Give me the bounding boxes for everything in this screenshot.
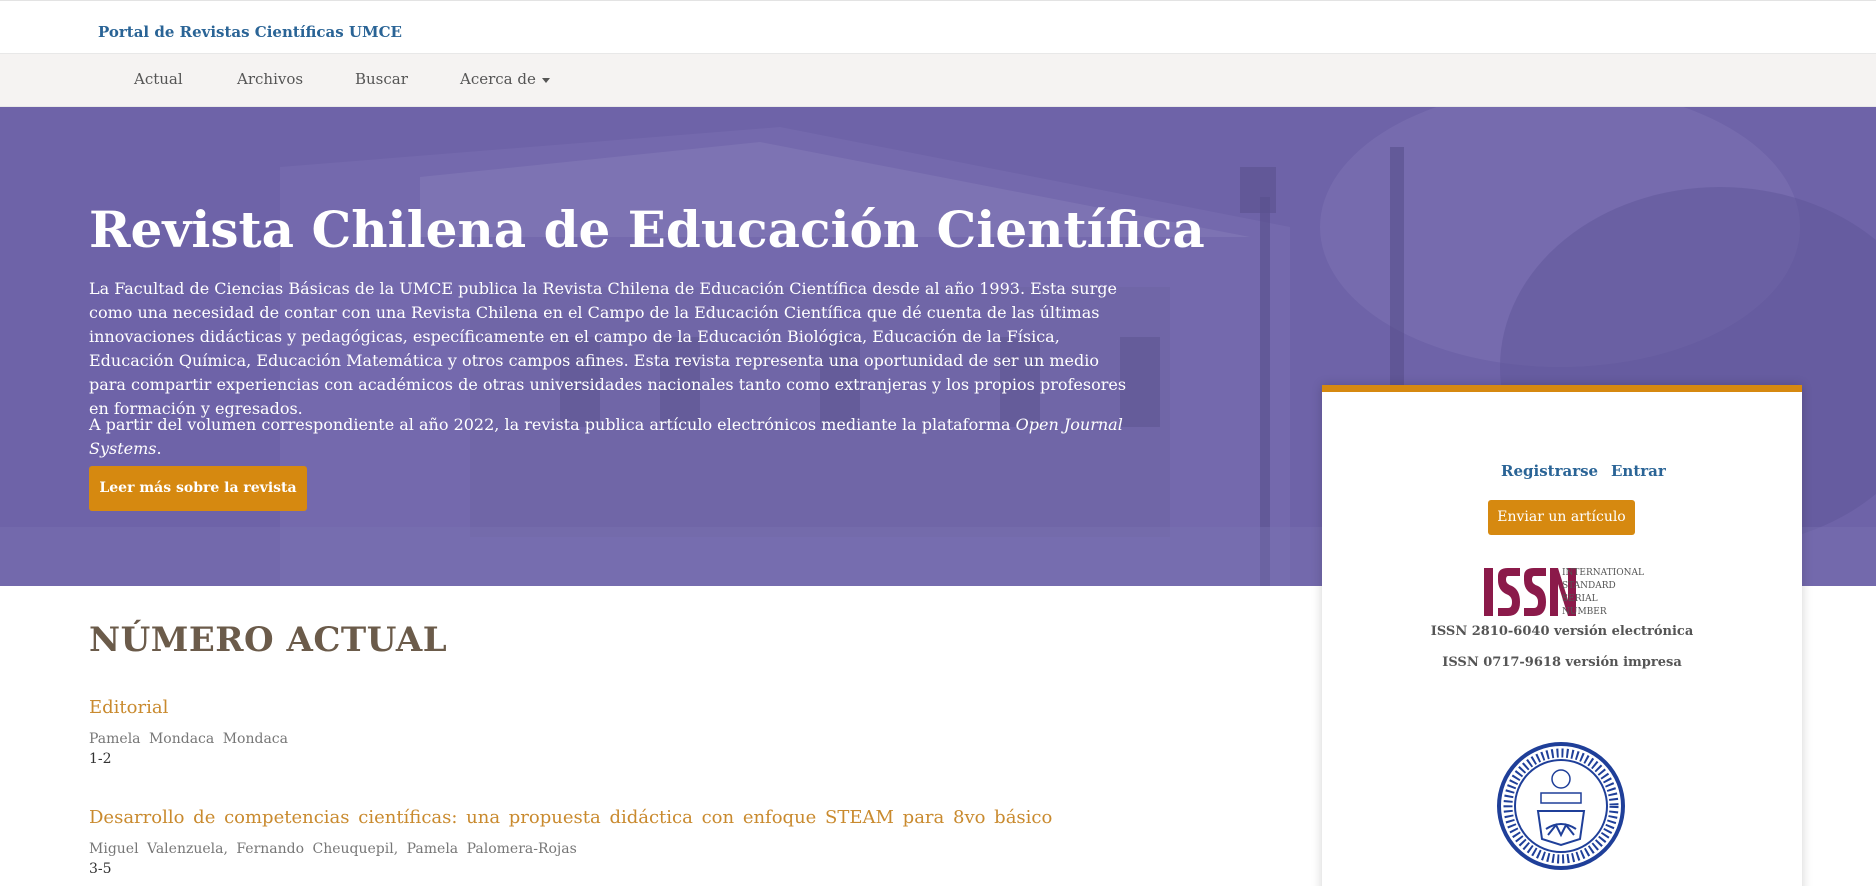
platform-note-period: . bbox=[156, 439, 162, 458]
article-title-link[interactable]: Desarrollo de competencias científicas: … bbox=[89, 807, 1052, 828]
issn-logo-line-2: STANDARD bbox=[1562, 581, 1616, 591]
register-link[interactable]: Registrarse bbox=[1501, 462, 1598, 480]
article-title-link[interactable]: Editorial bbox=[89, 697, 168, 718]
issn-logo-line-4: NUMBER bbox=[1562, 607, 1607, 617]
nav-item-acerca-de-label: Acerca de bbox=[460, 70, 536, 88]
nav-item-buscar[interactable]: Buscar bbox=[355, 70, 408, 88]
issn-logo: INTERNATIONAL STANDARD SERIAL NUMBER bbox=[1484, 568, 1644, 617]
sidebar-card: Registrarse Entrar Enviar un artículo IN… bbox=[1322, 385, 1802, 886]
nav-item-acerca-de[interactable]: Acerca de bbox=[460, 70, 550, 88]
site-name-link[interactable]: Portal de Revistas Científicas UMCE bbox=[98, 23, 402, 41]
issn-electronic: ISSN 2810-6040 versión electrónica bbox=[1430, 624, 1694, 639]
read-more-button[interactable]: Leer más sobre la revista bbox=[89, 466, 307, 511]
caret-down-icon bbox=[541, 77, 550, 83]
umce-seal-logo bbox=[1497, 742, 1625, 870]
nav-item-actual[interactable]: Actual bbox=[134, 70, 183, 88]
article-authors: Miguel Valenzuela, Fernando Cheuquepil, … bbox=[89, 841, 577, 857]
login-link[interactable]: Entrar bbox=[1611, 462, 1666, 480]
nav-item-archivos[interactable]: Archivos bbox=[237, 70, 303, 88]
journal-platform-note: A partir del volumen correspondiente al … bbox=[89, 413, 1189, 461]
journal-title: Revista Chilena de Educación Científica bbox=[89, 200, 1205, 259]
current-issue-heading: NÚMERO ACTUAL bbox=[89, 620, 448, 660]
article-pages: 1-2 bbox=[89, 751, 112, 767]
main-navigation: Actual Archivos Buscar Acerca de bbox=[0, 53, 1876, 107]
issn-print: ISSN 0717-9618 versión impresa bbox=[1442, 655, 1682, 670]
article-pages: 3-5 bbox=[89, 861, 112, 877]
journal-description: La Facultad de Ciencias Básicas de la UM… bbox=[89, 279, 1127, 418]
platform-note-text: A partir del volumen correspondiente al … bbox=[89, 415, 1016, 434]
article-authors: Pamela Mondaca Mondaca bbox=[89, 731, 288, 747]
submit-article-button[interactable]: Enviar un artículo bbox=[1488, 500, 1635, 535]
issn-logo-line-3: SERIAL bbox=[1562, 594, 1598, 604]
top-bar: Portal de Revistas Científicas UMCE bbox=[0, 0, 1876, 53]
issn-logo-line-1: INTERNATIONAL bbox=[1562, 568, 1644, 578]
